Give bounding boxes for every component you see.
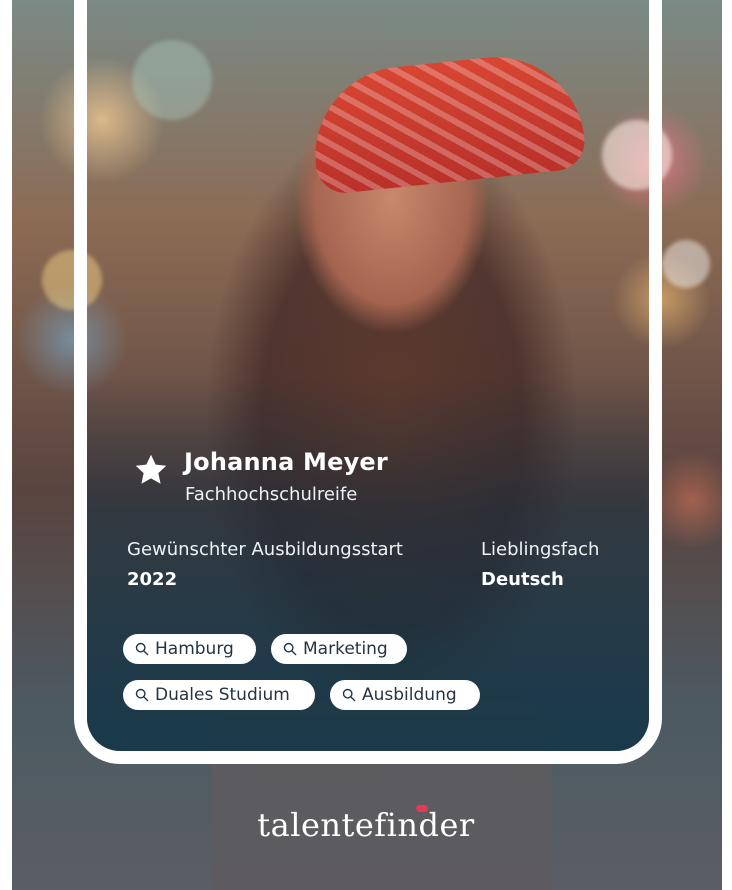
bokeh-light [662, 240, 710, 288]
search-icon [135, 688, 149, 702]
tag-chip-label: Duales Studium [155, 685, 290, 705]
star-icon[interactable] [133, 452, 169, 488]
tag-chip-duales-studium[interactable]: Duales Studium [123, 680, 315, 710]
subject-value: Deutsch [481, 569, 564, 590]
logo-accent-dot [416, 805, 428, 812]
brand-logo: talentefinder [257, 806, 475, 844]
profile-school: Fachhochschulreife [185, 484, 358, 505]
tag-chip-marketing[interactable]: Marketing [271, 634, 407, 664]
search-icon [135, 642, 149, 656]
profile-ad: Johanna Meyer Fachhochschulreife Gewünsc… [0, 0, 732, 890]
search-icon [283, 642, 297, 656]
tag-chip-label: Marketing [303, 639, 388, 659]
start-value: 2022 [127, 569, 178, 590]
tag-chip-label: Ausbildung [362, 685, 457, 705]
search-icon [342, 688, 356, 702]
tag-chip-label: Hamburg [155, 639, 234, 659]
tag-chip-hamburg[interactable]: Hamburg [123, 634, 256, 664]
subject-label: Lieblingsfach [481, 539, 600, 560]
start-label: Gewünschter Ausbildungsstart [127, 539, 403, 560]
profile-name: Johanna Meyer [184, 448, 388, 476]
tag-chip-ausbildung[interactable]: Ausbildung [330, 680, 480, 710]
profile-card[interactable]: Johanna Meyer Fachhochschulreife Gewünsc… [74, 0, 662, 764]
